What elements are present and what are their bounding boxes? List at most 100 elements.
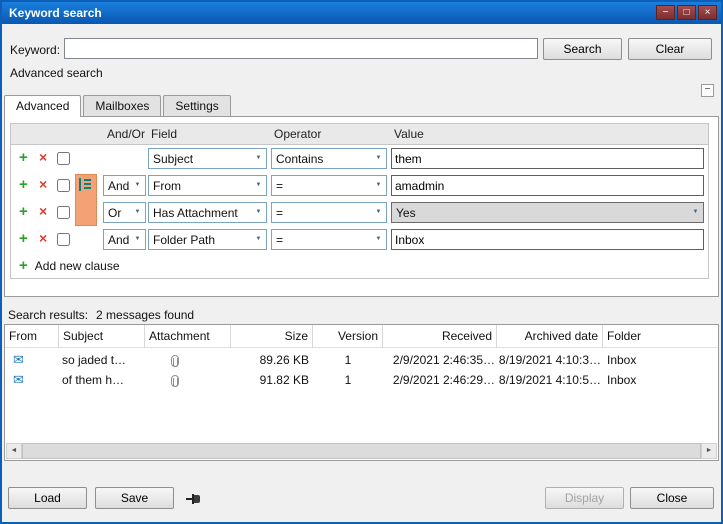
- andor-select-value: Or: [108, 206, 130, 220]
- column-header-archived-date[interactable]: Archived date: [497, 325, 603, 348]
- cell-subject: so jaded t…: [62, 353, 126, 367]
- paperclip-icon: [171, 375, 179, 390]
- tab-mailboxes[interactable]: Mailboxes: [83, 95, 161, 116]
- dropdown-arrow-icon: ▼: [131, 203, 144, 222]
- clause-row: + × And ▼ From ▼ = ▼: [11, 172, 708, 199]
- value-input[interactable]: [391, 229, 704, 250]
- tab-settings[interactable]: Settings: [163, 95, 230, 116]
- add-icon: +: [19, 257, 28, 274]
- search-button[interactable]: Search: [543, 38, 622, 60]
- andor-select-value: And: [108, 179, 130, 193]
- andor-select-value: And: [108, 233, 130, 247]
- andor-select[interactable]: And ▼: [103, 229, 146, 250]
- add-clause-icon[interactable]: +: [19, 149, 28, 166]
- field-select[interactable]: Has Attachment ▼: [148, 202, 267, 223]
- advanced-tab-panel: And/Or Field Operator Value + × Subject …: [4, 116, 719, 297]
- column-header-subject[interactable]: Subject: [59, 325, 145, 348]
- scrollbar-thumb[interactable]: [22, 443, 701, 459]
- dropdown-arrow-icon: ▼: [372, 203, 385, 222]
- clause-row: + × And ▼ Folder Path ▼ = ▼: [11, 226, 708, 253]
- tab-advanced[interactable]: Advanced: [4, 95, 81, 117]
- field-select[interactable]: From ▼: [148, 175, 267, 196]
- add-clause-icon[interactable]: +: [19, 176, 28, 193]
- field-select-value: From: [153, 179, 251, 193]
- scroll-right-icon[interactable]: ►: [701, 443, 717, 459]
- column-header-attachment[interactable]: Attachment: [145, 325, 231, 348]
- field-select-value: Folder Path: [153, 233, 251, 247]
- column-header-version[interactable]: Version: [313, 325, 383, 348]
- close-button[interactable]: Close: [630, 487, 714, 509]
- column-header-received[interactable]: Received: [383, 325, 497, 348]
- keyword-input[interactable]: [64, 38, 538, 59]
- pin-icon[interactable]: [186, 492, 204, 505]
- andor-select[interactable]: Or ▼: [103, 202, 146, 223]
- header-value: Value: [394, 127, 424, 141]
- clause-checkbox[interactable]: [57, 233, 70, 246]
- remove-clause-icon[interactable]: ×: [39, 203, 47, 219]
- collapse-toggle[interactable]: −: [701, 84, 714, 97]
- horizontal-scrollbar[interactable]: ◄ ►: [6, 443, 717, 459]
- search-results-count: 2 messages found: [96, 308, 194, 322]
- cell-size: 89.26 KB: [231, 353, 309, 367]
- add-new-clause-link[interactable]: + Add new clause: [19, 257, 120, 274]
- remove-clause-icon[interactable]: ×: [39, 230, 47, 246]
- remove-clause-icon[interactable]: ×: [39, 149, 47, 165]
- field-select[interactable]: Subject ▼: [148, 148, 267, 169]
- add-clause-icon[interactable]: +: [19, 203, 28, 220]
- operator-select[interactable]: = ▼: [271, 202, 387, 223]
- field-select-value: Has Attachment: [153, 206, 251, 220]
- dropdown-arrow-icon: ▼: [372, 230, 385, 249]
- titlebar[interactable]: Keyword search − □ ×: [2, 2, 721, 24]
- operator-select-value: =: [276, 206, 371, 220]
- load-button[interactable]: Load: [8, 487, 87, 509]
- dropdown-arrow-icon: ▼: [372, 149, 385, 168]
- maximize-icon[interactable]: □: [677, 5, 696, 20]
- table-row[interactable]: ✉ of them h… 91.82 KB 1 2/9/2021 2:46:29…: [5, 371, 718, 391]
- clause-row: + × Or ▼ Has Attachment ▼ = ▼ Yes ▼: [11, 199, 708, 226]
- dropdown-arrow-icon: ▼: [252, 230, 265, 249]
- minimize-icon[interactable]: −: [656, 5, 675, 20]
- add-clause-icon[interactable]: +: [19, 230, 28, 247]
- clause-grid: And/Or Field Operator Value + × Subject …: [10, 123, 709, 279]
- cell-folder: Inbox: [607, 373, 636, 387]
- cell-subject: of them h…: [62, 373, 124, 387]
- header-field: Field: [151, 127, 177, 141]
- clear-button[interactable]: Clear: [628, 38, 712, 60]
- clause-checkbox[interactable]: [57, 152, 70, 165]
- field-select[interactable]: Folder Path ▼: [148, 229, 267, 250]
- column-header-folder[interactable]: Folder: [603, 325, 718, 348]
- window-controls: − □ ×: [656, 5, 717, 20]
- clause-checkbox[interactable]: [57, 179, 70, 192]
- tab-strip: Advanced Mailboxes Settings: [4, 95, 233, 117]
- remove-clause-icon[interactable]: ×: [39, 176, 47, 192]
- search-results-label: Search results:: [8, 308, 88, 322]
- cell-received: 2/9/2021 2:46:29…: [383, 373, 495, 387]
- clause-checkbox[interactable]: [57, 206, 70, 219]
- value-input[interactable]: [391, 148, 704, 169]
- add-new-clause-label: Add new clause: [35, 259, 120, 273]
- value-select[interactable]: Yes ▼: [391, 202, 704, 223]
- dropdown-arrow-icon: ▼: [372, 176, 385, 195]
- scroll-left-icon[interactable]: ◄: [6, 443, 22, 459]
- operator-select-value: =: [276, 179, 371, 193]
- operator-select[interactable]: = ▼: [271, 229, 387, 250]
- display-button: Display: [545, 487, 624, 509]
- operator-select[interactable]: = ▼: [271, 175, 387, 196]
- clause-row: + × Subject ▼ Contains ▼: [11, 145, 708, 172]
- paperclip-icon: [171, 355, 179, 370]
- andor-select[interactable]: And ▼: [103, 175, 146, 196]
- operator-select[interactable]: Contains ▼: [271, 148, 387, 169]
- value-select-value: Yes: [396, 206, 688, 220]
- table-row[interactable]: ✉ so jaded t… 89.26 KB 1 2/9/2021 2:46:3…: [5, 351, 718, 371]
- value-input[interactable]: [391, 175, 704, 196]
- column-header-from[interactable]: From: [5, 325, 59, 348]
- close-icon[interactable]: ×: [698, 5, 717, 20]
- column-header-size[interactable]: Size: [231, 325, 313, 348]
- dropdown-arrow-icon: ▼: [131, 176, 144, 195]
- cell-received: 2/9/2021 2:46:35…: [383, 353, 495, 367]
- keyword-label: Keyword:: [10, 43, 60, 57]
- window-title: Keyword search: [9, 6, 102, 20]
- save-button[interactable]: Save: [95, 487, 174, 509]
- dropdown-arrow-icon: ▼: [252, 149, 265, 168]
- header-andor: And/Or: [107, 127, 145, 141]
